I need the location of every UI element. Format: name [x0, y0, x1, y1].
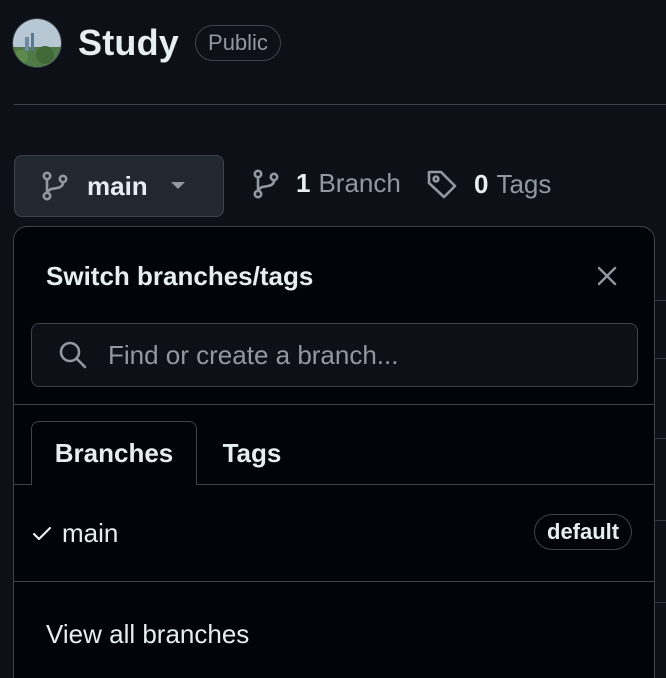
tags-label: Tags: [496, 168, 552, 199]
git-branch-icon: [41, 171, 69, 201]
footer-divider: [14, 581, 654, 582]
branch-search-box: [31, 323, 638, 387]
repo-name[interactable]: Study: [78, 22, 179, 64]
current-branch-label: main: [87, 170, 148, 201]
branch-name: main: [62, 517, 119, 548]
branch-switcher-popover: Switch branches/tags Branches Tags: [13, 226, 655, 678]
close-button[interactable]: [594, 263, 620, 289]
view-all-branches-link[interactable]: View all branches: [46, 619, 249, 650]
popover-title: Switch branches/tags: [46, 261, 314, 291]
page: Study Public main 1 Branch 0 Tags Switch…: [0, 0, 666, 678]
avatar[interactable]: [12, 18, 62, 68]
branch-select-button[interactable]: main: [14, 155, 224, 217]
avatar-image: [13, 19, 61, 67]
branch-search-input[interactable]: [106, 338, 637, 372]
triangle-down-icon: [170, 181, 186, 191]
visibility-badge: Public: [195, 25, 281, 61]
tab-tags[interactable]: Tags: [197, 421, 307, 485]
x-icon: [597, 266, 617, 286]
search-divider: [14, 404, 654, 405]
tag-icon: [426, 168, 458, 200]
tab-branches[interactable]: Branches: [31, 421, 197, 485]
branches-count: 1: [296, 168, 311, 198]
branch-list-item[interactable]: main default: [14, 485, 654, 581]
check-icon: [32, 525, 52, 541]
tags-count-link[interactable]: 0 Tags: [426, 168, 551, 200]
default-badge: default: [534, 514, 633, 550]
branches-count-link[interactable]: 1 Branch: [252, 168, 401, 199]
git-branch-icon: [252, 168, 280, 199]
tags-count: 0: [474, 168, 489, 199]
header-divider: [14, 104, 666, 105]
repo-header: Study Public: [12, 18, 281, 68]
branches-label: Branch: [318, 168, 401, 198]
search-icon: [58, 340, 88, 370]
